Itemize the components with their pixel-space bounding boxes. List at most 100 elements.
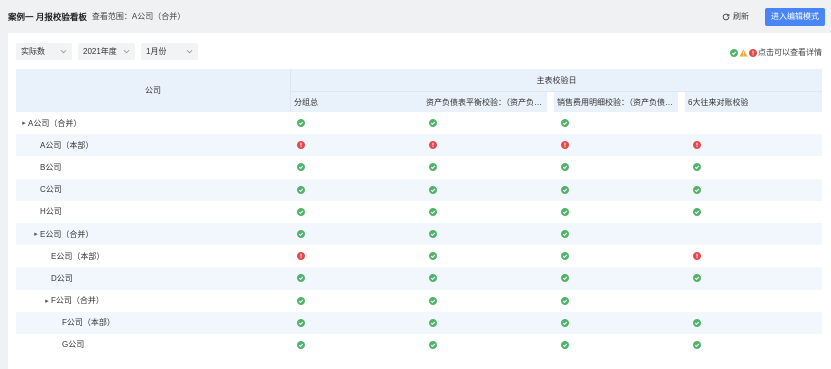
main-check-group-header: 主表校验日	[291, 69, 822, 92]
edit-mode-button[interactable]: 进入编辑模式	[765, 7, 825, 26]
table-row[interactable]: B公司	[16, 156, 822, 178]
status-cell[interactable]	[429, 267, 437, 289]
status-cell[interactable]	[561, 312, 569, 334]
expand-toggle-icon[interactable]: ▸	[43, 297, 51, 305]
check-circle-icon	[429, 340, 437, 349]
status-cell[interactable]	[561, 201, 569, 223]
status-cell[interactable]	[693, 134, 701, 156]
status-cell[interactable]	[429, 290, 437, 312]
status-cell[interactable]	[429, 179, 437, 201]
table-row[interactable]: ▸ F公司（合并）	[16, 290, 822, 312]
check-circle-icon	[693, 274, 701, 283]
legend-text: 点击可以查看详情	[758, 48, 822, 57]
company-cell: ▸ A公司（合并）	[20, 112, 81, 134]
company-cell: F公司（本部）	[54, 312, 115, 334]
refresh-button[interactable]: 刷新	[722, 11, 749, 22]
company-cell: C公司	[32, 179, 62, 201]
check-circle-icon	[561, 185, 569, 194]
company-cell: H公司	[32, 201, 62, 223]
expand-toggle-icon[interactable]: ▸	[20, 119, 28, 127]
status-cell[interactable]	[693, 312, 701, 334]
company-column-header: 公司	[16, 69, 291, 112]
table-row[interactable]: ▸ E公司（合并）	[16, 222, 822, 246]
status-cell[interactable]	[297, 156, 305, 178]
company-name: B公司	[40, 162, 62, 172]
status-cell[interactable]	[561, 134, 569, 156]
table-row[interactable]: C公司	[16, 178, 822, 201]
status-cell[interactable]	[561, 267, 569, 289]
company-cell: B公司	[32, 156, 61, 178]
status-cell[interactable]	[297, 201, 305, 223]
status-cell[interactable]	[429, 223, 437, 245]
year-select[interactable]: 2021年度	[78, 43, 135, 60]
month-select[interactable]: 1月份	[141, 43, 198, 60]
expand-toggle-icon[interactable]: ▸	[32, 230, 40, 238]
status-cell[interactable]	[561, 179, 569, 201]
table-row[interactable]: G公司	[16, 334, 822, 356]
status-cell[interactable]	[429, 201, 437, 223]
refresh-icon	[722, 13, 730, 20]
check-circle-icon	[561, 207, 569, 216]
data-type-value: 实际数	[21, 47, 45, 56]
status-cell[interactable]	[297, 112, 305, 134]
column-header: 6大往来对账校验	[685, 92, 822, 112]
status-cell[interactable]	[297, 134, 305, 156]
check-circle-icon	[693, 318, 701, 327]
status-cell[interactable]	[429, 334, 437, 356]
status-cell[interactable]	[561, 156, 569, 178]
company-cell: ▸ E公司（合并）	[32, 223, 93, 245]
column-header: 资产负债表平衡校验：（资产负债表）	[423, 92, 547, 112]
error-circle-icon	[561, 141, 569, 150]
table-row[interactable]: A公司（本部）	[16, 134, 822, 157]
check-circle-icon	[730, 48, 738, 57]
status-cell[interactable]	[297, 245, 305, 267]
status-cell[interactable]	[693, 179, 701, 201]
status-cell[interactable]	[561, 245, 569, 267]
table-row[interactable]: ▸ A公司（合并）	[16, 112, 822, 134]
company-name: F公司（本部）	[62, 318, 115, 328]
status-cell[interactable]	[693, 156, 701, 178]
status-cell[interactable]	[429, 134, 437, 156]
error-circle-icon	[429, 141, 437, 150]
table-row[interactable]: E公司（本部）	[16, 245, 822, 267]
table-row[interactable]: F公司（本部）	[16, 311, 822, 334]
status-cell[interactable]	[561, 334, 569, 356]
check-circle-icon	[297, 163, 305, 172]
status-cell[interactable]	[561, 112, 569, 134]
table-row[interactable]: D公司	[16, 267, 822, 290]
status-cell[interactable]	[429, 245, 437, 267]
check-circle-icon	[297, 296, 305, 305]
check-circle-icon	[429, 274, 437, 283]
refresh-label: 刷新	[733, 12, 749, 21]
status-cell[interactable]	[693, 334, 701, 356]
check-circle-icon	[561, 274, 569, 283]
check-circle-icon	[429, 230, 437, 239]
status-cell[interactable]	[297, 334, 305, 356]
status-legend: 点击可以查看详情	[730, 47, 822, 58]
data-type-select[interactable]: 实际数	[16, 43, 72, 60]
status-cell[interactable]	[297, 179, 305, 201]
status-cell[interactable]	[693, 201, 701, 223]
check-circle-icon	[561, 296, 569, 305]
status-cell[interactable]	[561, 290, 569, 312]
status-cell[interactable]	[429, 112, 437, 134]
check-circle-icon	[297, 318, 305, 327]
status-cell[interactable]	[297, 312, 305, 334]
table-row[interactable]: H公司	[16, 201, 822, 223]
status-cell[interactable]	[429, 312, 437, 334]
status-cell[interactable]	[297, 267, 305, 289]
error-circle-icon	[297, 252, 305, 261]
check-circle-icon	[297, 185, 305, 194]
check-circle-icon	[297, 340, 305, 349]
filter-bar: 实际数 2021年度 1月份	[16, 43, 204, 60]
status-cell[interactable]	[297, 290, 305, 312]
check-circle-icon	[693, 163, 701, 172]
company-name: F公司（合并）	[51, 296, 104, 306]
company-cell: ▸ F公司（合并）	[43, 290, 104, 312]
status-cell[interactable]	[561, 223, 569, 245]
status-cell[interactable]	[693, 267, 701, 289]
status-cell[interactable]	[429, 156, 437, 178]
check-circle-icon	[297, 274, 305, 283]
status-cell[interactable]	[693, 245, 701, 267]
status-cell[interactable]	[297, 223, 305, 245]
